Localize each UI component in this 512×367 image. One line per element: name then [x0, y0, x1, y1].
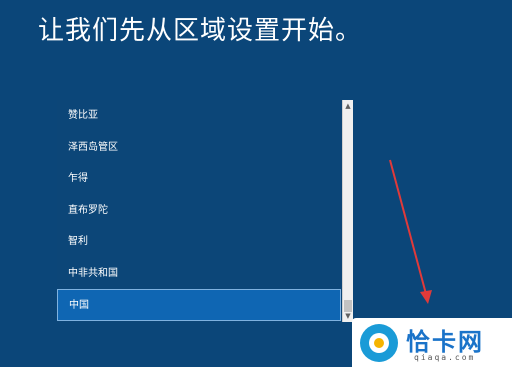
watermark-title: 恰卡网: [406, 328, 484, 356]
watermark-domain: qiaqa.com: [414, 353, 476, 362]
watermark: 恰卡网 qiaqa.com: [352, 318, 512, 367]
watermark-logo-icon: [360, 324, 398, 362]
annotation-arrow-icon: [389, 159, 432, 304]
